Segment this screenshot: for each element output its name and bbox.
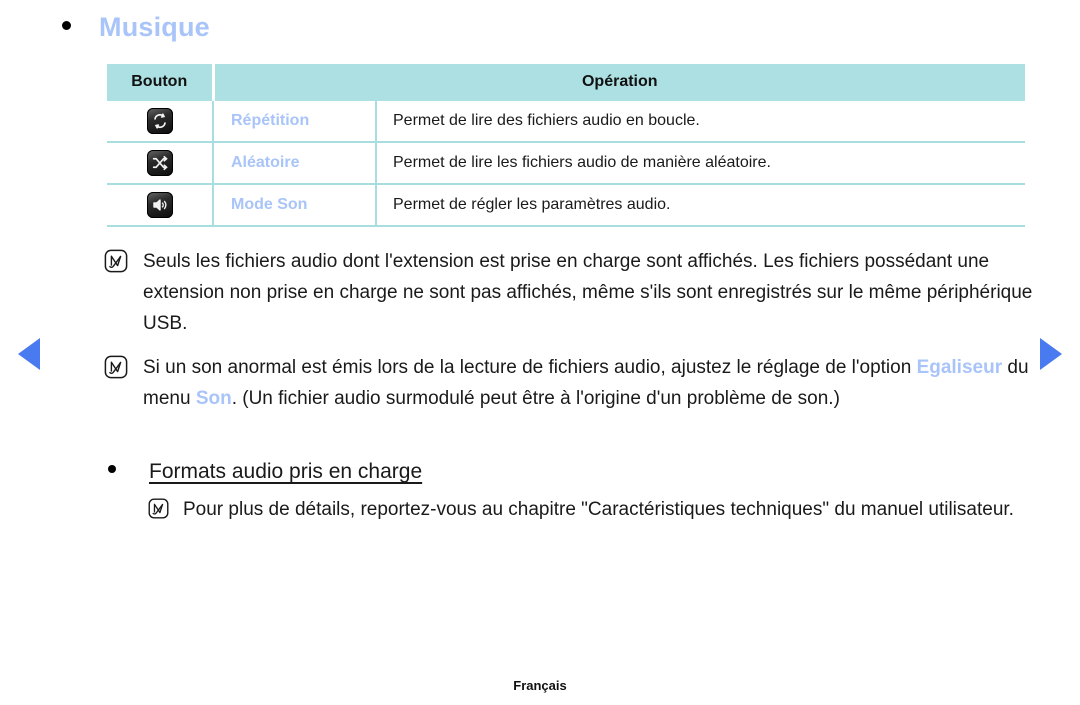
table-cell-name: Aléatoire xyxy=(213,142,377,185)
bullet-dot-icon xyxy=(62,21,71,30)
note-abnormal-sound-part1: Si un son anormal est émis lors de la le… xyxy=(143,357,917,378)
table-row: Répétition Permet de lire des fichiers a… xyxy=(107,101,1025,143)
table-header-row: Bouton Opération xyxy=(107,64,1025,101)
table-cell-description: Permet de lire les fichiers audio de man… xyxy=(376,142,1025,185)
sub-heading-formats-audio: Formats audio pris en charge xyxy=(149,460,423,483)
note-pencil-icon xyxy=(148,498,169,519)
note-specs-reference-text: Pour plus de détails, reportez-vous au c… xyxy=(183,499,1014,520)
note-formats-support: Seuls les fichiers audio dont l'extensio… xyxy=(104,246,1034,339)
note-formats-support-text: Seuls les fichiers audio dont l'extensio… xyxy=(143,251,1038,334)
footer-language: Français xyxy=(513,678,567,693)
prev-page-arrow-icon[interactable] xyxy=(18,338,40,370)
next-page-arrow-icon[interactable] xyxy=(1040,338,1062,370)
shuffle-icon xyxy=(146,150,173,176)
speaker-icon xyxy=(146,192,173,218)
menu-ref-son: Son xyxy=(195,388,232,409)
note-abnormal-sound-text: Si un son anormal est émis lors de la le… xyxy=(143,352,1039,414)
note-abnormal-sound-part3: . (Un fichier audio surmodulé peut être … xyxy=(231,388,840,409)
note-pencil-icon xyxy=(104,249,128,273)
manual-page: Musique Bouton Opération Répétition Perm… xyxy=(0,0,1080,705)
table-cell-description: Permet de lire des fichiers audio en bou… xyxy=(376,101,1025,143)
menu-ref-egaliseur: Egaliseur xyxy=(916,357,1003,378)
table-cell-button xyxy=(107,101,214,143)
note-specs-reference: Pour plus de détails, reportez-vous au c… xyxy=(148,494,1028,525)
table-cell-name: Mode Son xyxy=(213,184,377,227)
column-header-operation: Opération xyxy=(213,64,1025,101)
table-cell-name: Répétition xyxy=(213,101,377,143)
note-abnormal-sound: Si un son anormal est émis lors de la le… xyxy=(104,352,1039,414)
table-row: Aléatoire Permet de lire les fichiers au… xyxy=(107,142,1025,185)
bullet-dot-icon xyxy=(108,465,116,473)
repeat-icon xyxy=(146,108,173,134)
table-cell-button xyxy=(107,142,214,185)
note-pencil-icon xyxy=(104,355,128,379)
page-title-row: Musique xyxy=(62,12,210,43)
operations-table: Bouton Opération Répétition Permet de li… xyxy=(107,64,1025,227)
table-row: Mode Son Permet de régler les paramètres… xyxy=(107,184,1025,227)
table-cell-description: Permet de régler les paramètres audio. xyxy=(376,184,1025,227)
sub-heading-row: Formats audio pris en charge xyxy=(108,460,422,484)
page-title: Musique xyxy=(99,12,210,42)
column-header-bouton: Bouton xyxy=(107,64,215,101)
table-cell-button xyxy=(107,184,214,227)
